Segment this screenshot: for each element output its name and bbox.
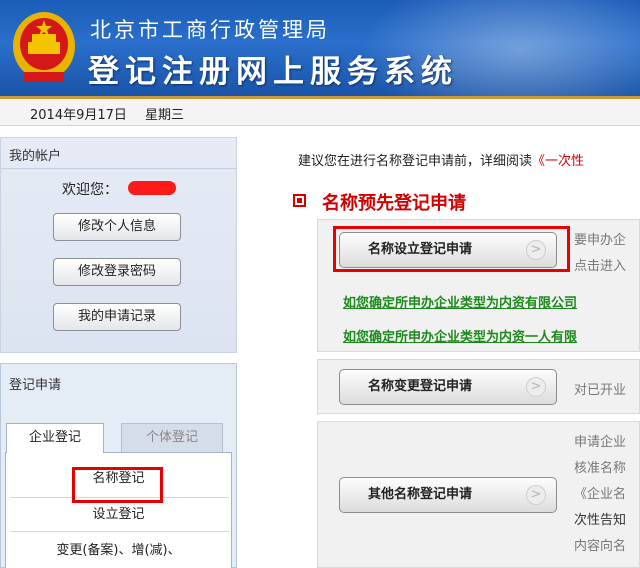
advice-text: 建议您在进行名称登记申请前，详细阅读 <box>298 154 533 169</box>
current-date: 2014年9月17日 <box>30 108 127 123</box>
advice-note: 建议您在进行名称登记申请前，详细阅读《一次性 <box>298 150 584 169</box>
panel-description: 次性告知 <box>574 513 627 528</box>
bureau-name: 北京市工商行政管理局 <box>90 18 330 42</box>
redacted-username <box>128 181 176 195</box>
guide-link[interactable]: 《一次性 <box>532 154 584 169</box>
divider <box>1 168 236 169</box>
list-item-establishment-registration[interactable]: 设立登记 <box>6 503 231 522</box>
national-emblem-icon <box>13 12 75 82</box>
link-domestic-llc[interactable]: 如您确定所申办企业类型为内资有限公司 <box>343 292 577 311</box>
link-domestic-sole-llc[interactable]: 如您确定所申办企业类型为内资一人有限 <box>343 326 577 345</box>
panel-description: 申请企业 <box>574 435 627 450</box>
chevron-right-icon: > <box>526 377 546 397</box>
panel-description: 对已开业 <box>574 383 627 398</box>
highlight-box <box>72 467 163 503</box>
my-applications-button[interactable]: 我的申请记录 <box>53 303 181 331</box>
header-banner: 北京市工商行政管理局 登记注册网上服务系统 <box>0 0 640 96</box>
account-title: 我的帐户 <box>9 149 62 164</box>
panel-description: 核准名称 <box>574 461 627 476</box>
button-label: 其他名称登记申请 <box>368 487 473 502</box>
tab-individual-registration[interactable]: 个体登记 <box>121 423 223 453</box>
button-label: 名称变更登记申请 <box>368 379 473 394</box>
tab-enterprise-registration[interactable]: 企业登记 <box>6 423 104 453</box>
change-password-button[interactable]: 修改登录密码 <box>53 258 181 286</box>
panel-description: 点击进入 <box>574 259 627 274</box>
other-name-button[interactable]: 其他名称登记申请 > <box>339 477 557 513</box>
current-weekday: 星期三 <box>145 108 185 123</box>
registration-panel: 登记申请 个体登记 名称登记 设立登记 变更(备案)、增(减)、 企业登记 <box>0 363 237 568</box>
panel-description: 要申办企 <box>574 233 627 248</box>
name-change-button[interactable]: 名称变更登记申请 > <box>339 369 557 405</box>
highlight-box <box>333 226 570 272</box>
system-title: 登记注册网上服务系统 <box>88 54 458 90</box>
panel-description: 《企业名 <box>574 487 627 502</box>
chevron-right-icon: > <box>526 485 546 505</box>
edit-profile-button[interactable]: 修改个人信息 <box>53 213 181 241</box>
welcome-label: 欢迎您： <box>62 182 118 198</box>
date-bar: 2014年9月17日 星期三 <box>0 96 640 126</box>
registration-title: 登记申请 <box>9 378 62 393</box>
section-bullet-icon <box>293 194 306 207</box>
divider <box>10 531 229 532</box>
section-title: 名称预先登记申请 <box>322 193 466 214</box>
panel-description: 内容向名 <box>574 539 627 554</box>
list-item-change-registration[interactable]: 变更(备案)、增(减)、 <box>6 539 231 558</box>
